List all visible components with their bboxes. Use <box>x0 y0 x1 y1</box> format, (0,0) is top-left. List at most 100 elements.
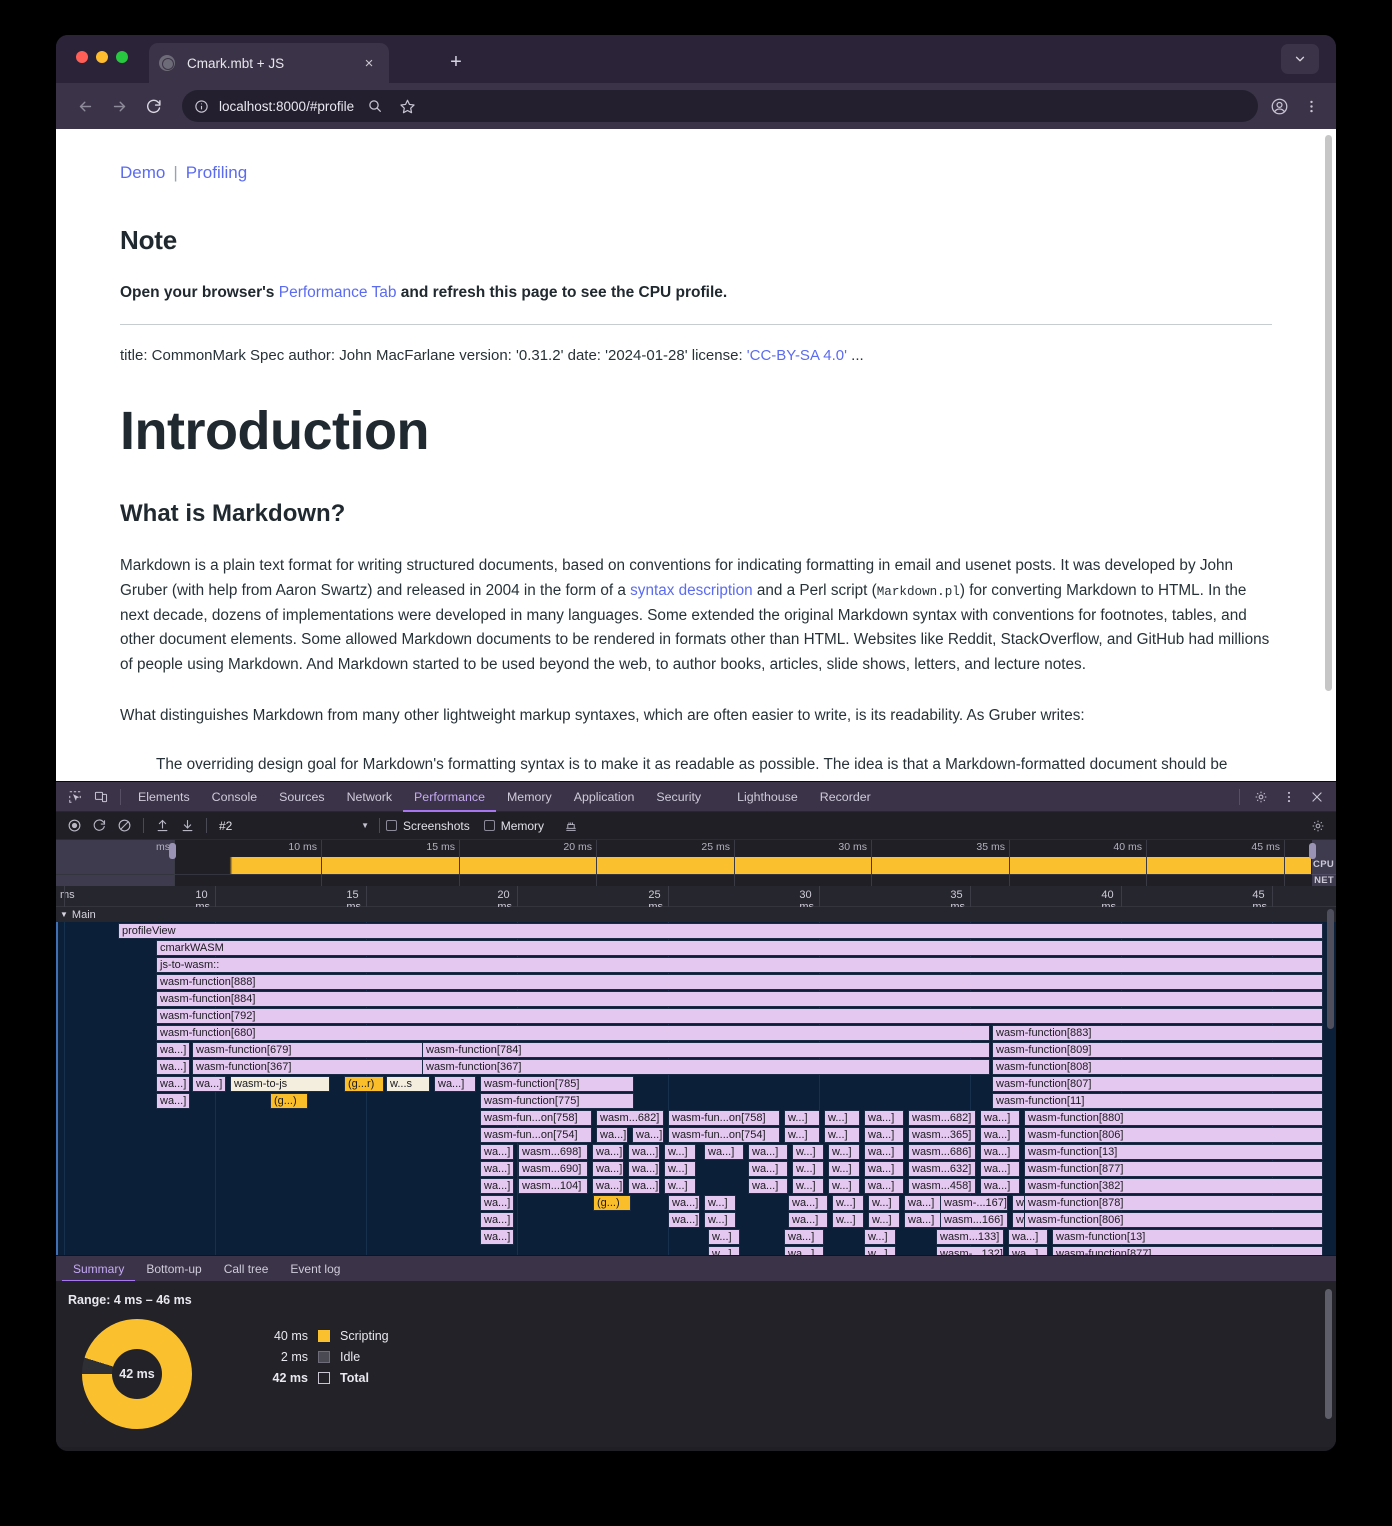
address-bar[interactable]: localhost:8000/#profile <box>182 90 1258 122</box>
flamechart-frame[interactable]: wa...] <box>864 1161 904 1177</box>
flamechart-frame[interactable]: wasm-function[809] <box>992 1042 1323 1058</box>
flamechart-frame[interactable]: wa...] <box>156 1076 190 1092</box>
flamechart-frame[interactable]: js-to-wasm:: <box>156 957 1323 973</box>
flamechart-frame[interactable]: wasm-fun...on[754] <box>668 1127 780 1143</box>
tab-performance[interactable]: Performance <box>403 782 496 812</box>
flamechart-frame[interactable]: wasm-function[806] <box>1024 1212 1323 1228</box>
summary-scrollbar-thumb[interactable] <box>1325 1289 1332 1419</box>
flamechart-frame[interactable]: wa...] <box>864 1144 904 1160</box>
tab-sources[interactable]: Sources <box>268 782 335 812</box>
flamechart-frame[interactable]: w...] <box>868 1212 900 1228</box>
flamechart-frame[interactable]: w...] <box>824 1110 860 1126</box>
flamechart-frame[interactable]: w...] <box>828 1161 860 1177</box>
flamechart-frame[interactable]: wasm-function[11] <box>992 1093 1323 1109</box>
overview-window-handle-right[interactable] <box>1309 843 1316 859</box>
flamechart-frame[interactable]: w...] <box>828 1178 860 1194</box>
flamechart-frame[interactable]: wasm-function[784] <box>422 1042 990 1058</box>
flamechart-track-header-main[interactable]: ▼ Main <box>56 907 1336 922</box>
flamechart[interactable]: ▼ Main profileView cmarkWASM js-to-wasm:: w… <box>56 907 1336 1255</box>
flamechart-frame[interactable]: wa...] <box>668 1195 700 1211</box>
flamechart-frame[interactable]: wa...] <box>980 1144 1020 1160</box>
flamechart-frame[interactable]: wa...] <box>632 1127 664 1143</box>
flamechart-frame[interactable]: wasm-...132] <box>936 1246 1004 1255</box>
maximize-window-button[interactable] <box>116 51 128 63</box>
flamechart-frame[interactable]: wa...] <box>480 1195 514 1211</box>
performance-tab-link[interactable]: Performance Tab <box>279 284 397 301</box>
flamechart-frame[interactable]: w...] <box>864 1229 896 1245</box>
flamechart-frame[interactable]: wasm-function[785] <box>480 1076 634 1092</box>
flamechart-frame[interactable]: wa...] <box>904 1212 944 1228</box>
flamechart-frame[interactable]: (g...) <box>270 1093 308 1109</box>
flamechart-frame[interactable]: wasm...365] <box>908 1127 976 1143</box>
syntax-description-link[interactable]: syntax description <box>630 582 752 599</box>
license-link[interactable]: 'CC-BY-SA 4.0' <box>747 347 847 364</box>
flamechart-frame[interactable]: wasm...686] <box>908 1144 976 1160</box>
flamechart-frame[interactable]: wasm-function[808] <box>992 1059 1323 1075</box>
flamechart-frame[interactable]: (g...) <box>593 1195 631 1211</box>
flamechart-frame[interactable]: w...] <box>664 1178 696 1194</box>
flamechart-frame[interactable]: wasm-function[367] <box>422 1059 990 1075</box>
flamechart-frame[interactable]: wasm-function[806] <box>1024 1127 1323 1143</box>
flamechart-frame[interactable]: wa...] <box>748 1161 788 1177</box>
drawer-tab-event-log[interactable]: Event log <box>279 1256 351 1282</box>
flamechart-frame[interactable]: wasm-function[807] <box>992 1076 1323 1092</box>
tab-recorder[interactable]: Recorder <box>809 782 882 812</box>
flamechart-frame[interactable]: wasm-function[679] <box>192 1042 442 1058</box>
flamechart-frame[interactable]: wasm-to-js <box>230 1076 330 1092</box>
flamechart-frame[interactable]: w...] <box>792 1144 824 1160</box>
flamechart-frame[interactable]: w...] <box>792 1161 824 1177</box>
arrow-left-icon[interactable] <box>68 89 102 123</box>
flamechart-frame[interactable]: w...s <box>386 1076 430 1092</box>
flamechart-frame[interactable]: wasm-function[367] <box>192 1059 442 1075</box>
flamechart-frame[interactable]: wa...] <box>628 1161 660 1177</box>
drawer-tab-bottom-up[interactable]: Bottom-up <box>135 1256 212 1282</box>
flamechart-frame[interactable]: w...] <box>864 1246 896 1255</box>
flamechart-frame[interactable]: wasm...690] <box>518 1161 588 1177</box>
tab-console[interactable]: Console <box>201 782 268 812</box>
flamechart-frame[interactable]: wa...] <box>788 1195 828 1211</box>
flamechart-frame[interactable]: wa...] <box>1008 1229 1048 1245</box>
flamechart-frame[interactable]: wa...] <box>864 1127 904 1143</box>
flamechart-frame[interactable]: wa...] <box>788 1212 828 1228</box>
flamechart-frame[interactable]: wasm-function[792] <box>156 1008 1323 1024</box>
flamechart-frame[interactable]: wasm-...167] <box>940 1195 1008 1211</box>
flamechart-frame[interactable]: wasm...104] <box>518 1178 588 1194</box>
tab-application[interactable]: Application <box>563 782 646 812</box>
arrow-right-icon[interactable] <box>102 89 136 123</box>
flamechart-frame[interactable]: wa...] <box>628 1178 660 1194</box>
close-icon[interactable] <box>1304 784 1330 810</box>
flamechart-frame[interactable]: wasm-fun...on[758] <box>668 1110 780 1126</box>
flamechart-frame[interactable]: w...] <box>832 1212 864 1228</box>
flamechart-frame[interactable]: wa...] <box>668 1212 700 1228</box>
reload-and-record-icon[interactable] <box>87 813 112 838</box>
flamechart-frame[interactable]: wa...] <box>480 1212 514 1228</box>
clear-no-entry-icon[interactable] <box>112 813 137 838</box>
record-circle-icon[interactable] <box>62 813 87 838</box>
flamechart-frame[interactable]: wasm-function[13] <box>1024 1144 1323 1160</box>
flamechart-frame[interactable]: wa...] <box>748 1178 788 1194</box>
flamechart-frame[interactable]: w...] <box>784 1127 820 1143</box>
close-icon[interactable]: × <box>359 53 379 73</box>
flamechart-frame[interactable]: wasm-function[13] <box>1052 1229 1323 1245</box>
flamechart-frame[interactable]: wasm...682] <box>596 1110 664 1126</box>
flamechart-frame[interactable]: w...] <box>708 1229 740 1245</box>
inspect-element-icon[interactable] <box>62 784 88 810</box>
device-toolbar-icon[interactable] <box>88 784 114 810</box>
flamechart-scrollbar-thumb[interactable] <box>1327 909 1334 1029</box>
flamechart-frame[interactable]: wa...] <box>748 1144 788 1160</box>
flamechart-frame[interactable]: wa...] <box>980 1110 1020 1126</box>
flamechart-frame[interactable]: profileView <box>118 923 1323 939</box>
flamechart-frame[interactable]: wa...] <box>434 1076 476 1092</box>
flamechart-frame[interactable]: wa...] <box>592 1144 624 1160</box>
flamechart-frame[interactable]: wasm-fun...on[754] <box>480 1127 592 1143</box>
flamechart-frame[interactable]: wa...] <box>156 1042 190 1058</box>
flamechart-frame[interactable]: wasm...632] <box>908 1161 976 1177</box>
flamechart-frame[interactable]: wa...] <box>596 1127 628 1143</box>
flamechart-frame[interactable]: wa...] <box>156 1093 190 1109</box>
flamechart-frame[interactable]: wa...] <box>980 1127 1020 1143</box>
overview-window-handle-left[interactable] <box>169 843 176 859</box>
tab-lighthouse[interactable]: Lighthouse <box>726 782 809 812</box>
flamechart-frame[interactable]: w...] <box>664 1161 696 1177</box>
flamechart-frame[interactable]: w...] <box>704 1212 736 1228</box>
flamechart-frame[interactable]: wasm-function[877] <box>1052 1246 1323 1255</box>
